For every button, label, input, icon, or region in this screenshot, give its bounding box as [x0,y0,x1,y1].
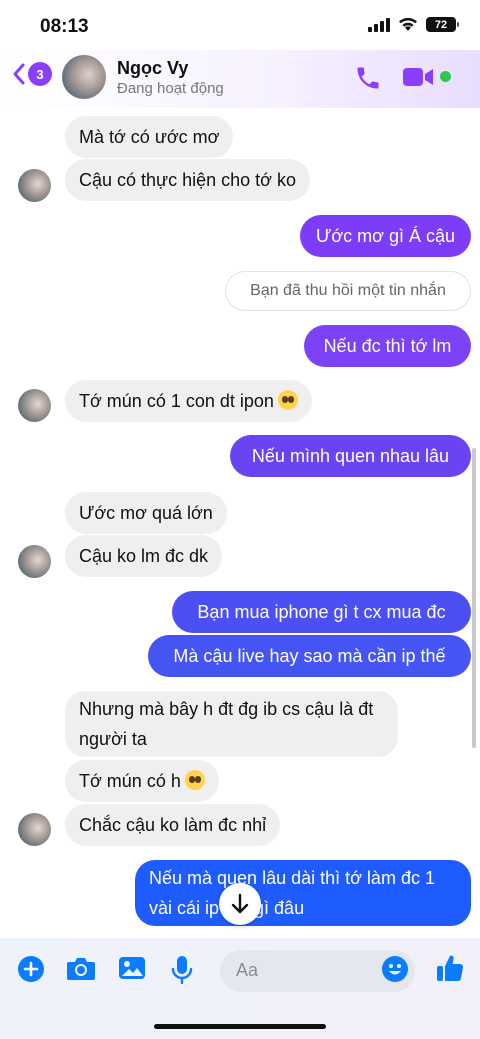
message-composer: Aa [0,938,480,1039]
message-bubble-incoming[interactable]: Ước mơ quá lớn [65,492,227,534]
like-button[interactable] [435,953,465,988]
contact-status: Đang hoạt động [117,80,224,97]
sender-avatar[interactable] [18,813,51,846]
image-icon [119,957,145,979]
camera-icon [67,958,95,980]
message-bubble-incoming[interactable]: Nhưng mà bây h đt đg ib cs cậu là đt ngư… [65,691,398,757]
message-text: Nếu đc thì tớ lm [323,336,452,356]
status-time: 08:13 [40,16,89,37]
wifi-icon [399,17,417,31]
message-bubble-incoming[interactable]: Tớ mún có 1 con dt ipon [65,380,312,422]
pleading-face-icon [184,770,205,790]
message-text: Tớ mún có h [79,771,181,791]
message-bubble-outgoing[interactable]: Ước mơ gì Á cậu [300,215,471,257]
message-text: Ước mơ quá lớn [79,503,213,523]
home-indicator[interactable] [154,1024,326,1029]
back-chevron-icon [13,63,25,85]
signal-icon [368,17,390,32]
message-input-placeholder: Aa [236,960,259,980]
video-call-button[interactable] [402,65,434,94]
message-text: Bạn mua iphone gì t cx mua đc [197,602,446,622]
unread-badge: 3 [28,62,52,86]
call-button[interactable] [354,64,382,97]
sender-avatar[interactable] [18,545,51,578]
scroll-to-bottom-button[interactable] [219,883,261,925]
sender-avatar[interactable] [18,169,51,202]
voice-button[interactable] [171,955,193,990]
plus-icon [18,956,44,982]
message-bubble-incoming[interactable]: Cậu ko lm đc dk [65,535,223,577]
phone-icon [357,67,379,89]
sender-avatar[interactable] [18,389,51,422]
status-icons: 72 [368,17,459,32]
online-dot [440,71,451,82]
message-bubble-incoming[interactable]: Chắc cậu ko làm đc nhỉ [65,804,281,846]
message-text: Nếu mà quen lâu dài thì tớ làm đc 1 vài … [149,868,435,918]
message-text: Tớ mún có 1 con dt ipon [79,391,274,411]
contact-name[interactable]: Ngọc Vy [117,58,188,79]
message-text: Chắc cậu ko làm đc nhỉ [79,815,267,835]
video-camera-icon [403,68,433,86]
emoji-button[interactable] [381,955,409,988]
message-bubble-outgoing[interactable]: Nếu đc thì tớ lm [304,325,471,367]
gallery-button[interactable] [118,955,146,986]
message-text: Nhưng mà bây h đt đg ib cs cậu là đt ngư… [79,699,374,749]
message-bubble-outgoing[interactable]: Nếu mà quen lâu dài thì tớ làm đc 1 vài … [135,860,471,926]
emoji-icon [382,956,408,982]
message-bubble-outgoing[interactable]: Mà cậu live hay sao mà cần ip thế [148,635,471,677]
chat-header: 3 Ngọc Vy Đang hoạt động [0,50,480,108]
thumbs-up-icon [437,955,464,981]
battery-indicator: 72 [426,17,459,32]
message-bubble-incoming[interactable]: Cậu có thực hiện cho tớ ko [65,159,310,201]
battery-level: 72 [434,18,448,31]
message-text: Cậu có thực hiện cho tớ ko [79,170,296,190]
message-bubble-incoming[interactable]: Tớ mún có h [65,760,219,802]
back-button[interactable]: 3 [12,62,52,86]
contact-avatar[interactable] [62,55,106,99]
arrow-down-icon [231,893,249,914]
message-text: Mà cậu live hay sao mà cần ip thế [173,646,446,666]
plus-button[interactable] [17,955,45,988]
status-bar: 08:13 72 [0,0,480,50]
message-bubble-outgoing[interactable]: Bạn mua iphone gì t cx mua đc [172,591,471,633]
message-bubble-incoming[interactable]: Mà tớ có ước mơ [65,116,234,158]
camera-button[interactable] [66,955,96,986]
microphone-icon [171,956,193,985]
message-bubble-outgoing[interactable]: Nếu mình quen nhau lâu [230,435,471,477]
scrollbar[interactable] [472,448,476,748]
message-text: Cậu ko lm đc dk [79,546,209,566]
message-text: Ước mơ gì Á cậu [315,226,456,246]
pleading-face-icon [277,390,298,410]
message-text: Mà tớ có ước mơ [79,127,220,147]
message-text: Nếu mình quen nhau lâu [251,446,450,466]
recalled-message-notice: Bạn đã thu hồi một tin nhắn [225,271,471,311]
